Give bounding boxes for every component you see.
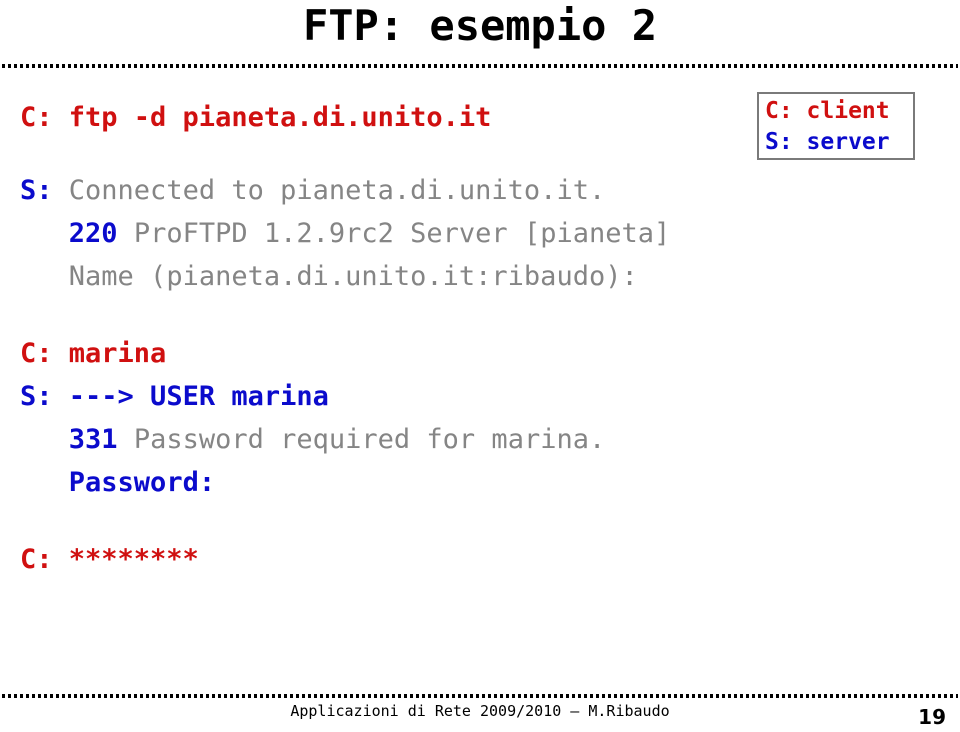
server-user-echo-text: ---> USER marina xyxy=(68,381,329,412)
footer-divider xyxy=(2,694,958,698)
header-divider xyxy=(2,64,958,68)
footer-course-label: Applicazioni di Rete 2009/2010 – M.Ribau… xyxy=(290,702,670,720)
transcript-line-client-command: C: ftp -d pianeta.di.unito.it xyxy=(20,102,492,133)
transcript-line-client-user: C: marina xyxy=(20,338,167,369)
transcript-line-server-name-prompt: Name (pianeta.di.unito.it:ribaudo): xyxy=(20,255,940,298)
transcript-line-client-password: C: ******** xyxy=(20,544,199,575)
transcript-line-server-connected: S: Connected to pianeta.di.unito.it. xyxy=(20,169,940,212)
page-number: 19 xyxy=(918,705,946,729)
server-prefix: S: xyxy=(20,175,69,206)
transcript-line-server-user-echo: S: ---> USER marina xyxy=(20,375,940,418)
server-code-331: 331 xyxy=(68,424,118,455)
server-prefix: S: xyxy=(20,381,69,412)
ftp-session-transcript: C: ftp -d pianeta.di.unito.it S: Connect… xyxy=(20,96,940,581)
transcript-line-server-password-prompt: Password: xyxy=(20,461,940,504)
transcript-line-server-banner: 220 ProFTPD 1.2.9rc2 Server [pianeta] xyxy=(20,212,940,255)
server-password-required-text: Password required for marina. xyxy=(117,424,606,455)
server-connected-text: Connected to pianeta.di.unito.it. xyxy=(68,175,606,206)
server-code-220: 220 xyxy=(68,218,118,249)
server-banner-text: ProFTPD 1.2.9rc2 Server [pianeta] xyxy=(117,218,671,249)
page-title: FTP: esempio 2 xyxy=(302,1,657,50)
server-name-prompt-text: Name (pianeta.di.unito.it:ribaudo): xyxy=(68,261,638,292)
transcript-line-server-password-required: 331 Password required for marina. xyxy=(20,418,940,461)
server-password-prompt-text: Password: xyxy=(68,467,216,498)
